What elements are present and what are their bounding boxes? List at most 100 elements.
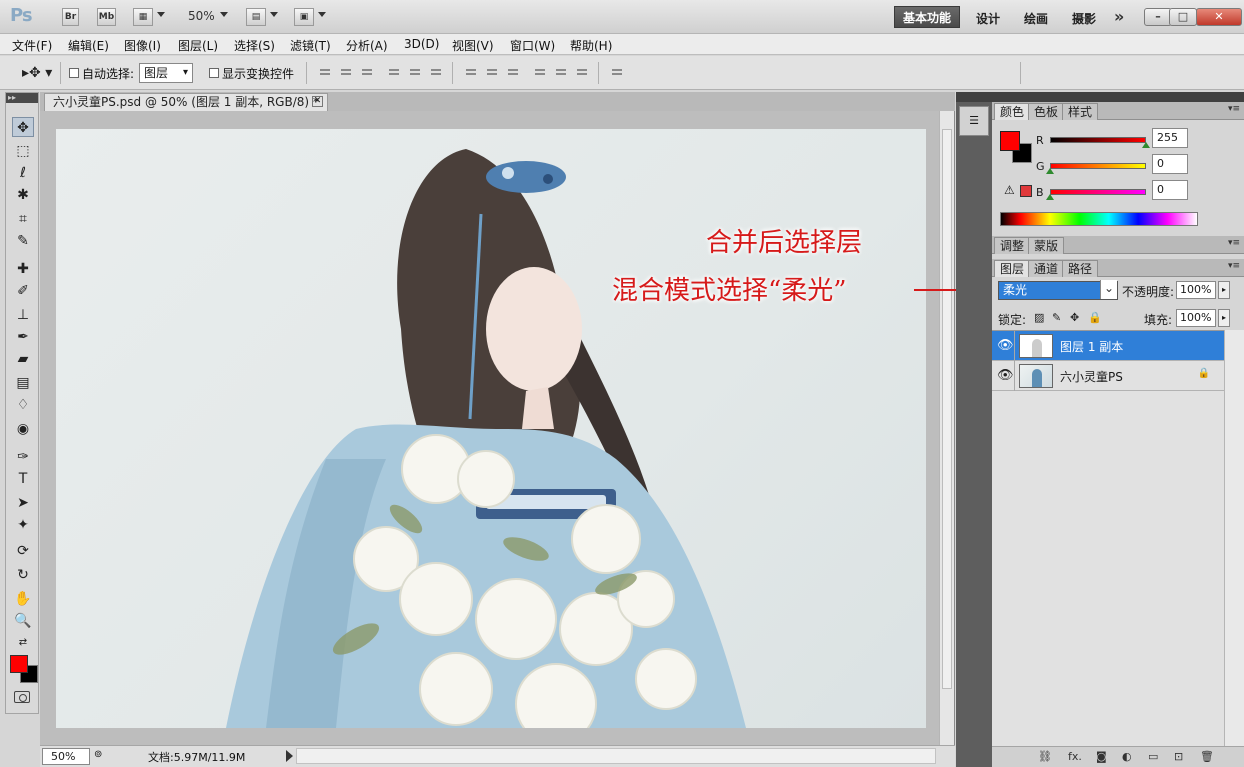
menu-3d[interactable]: 3D(D) <box>404 37 439 51</box>
menu-view[interactable]: 视图(V) <box>452 37 494 54</box>
screen-mode-icon[interactable]: ▣ <box>294 8 314 26</box>
channel-b-slider[interactable] <box>1050 189 1146 195</box>
menu-image[interactable]: 图像(I) <box>124 37 161 54</box>
blend-mode-dropdown[interactable]: 柔光 <box>998 280 1118 300</box>
panel-menu-icon[interactable]: ▾≡ <box>1228 104 1240 114</box>
document-image[interactable] <box>56 129 926 728</box>
arrange-documents-icon[interactable]: ▤ <box>246 8 266 26</box>
layer-style-fx-icon[interactable]: fx. <box>1068 750 1082 763</box>
channel-b-value[interactable]: 0 <box>1152 180 1188 200</box>
tab-layers[interactable]: 图层 <box>994 260 1031 277</box>
distribute-left-icon[interactable] <box>533 66 547 80</box>
menu-layer[interactable]: 图层(L) <box>178 37 218 54</box>
workspace-essentials[interactable]: 基本功能 <box>894 6 960 28</box>
lock-all-icon[interactable]: 🔒 <box>1088 311 1102 324</box>
menu-select[interactable]: 选择(S) <box>234 37 275 54</box>
chevron-down-icon[interactable] <box>318 12 326 17</box>
zoom-level[interactable]: 50% <box>188 9 215 23</box>
fill-input[interactable]: 100% <box>1176 309 1216 327</box>
align-right-icon[interactable] <box>429 66 443 80</box>
gradient-tool-icon[interactable]: ▤ <box>12 373 34 393</box>
align-bottom-icon[interactable] <box>360 66 374 80</box>
brush-tool-icon[interactable]: ✐ <box>12 281 34 301</box>
new-layer-icon[interactable]: ⊡ <box>1174 750 1183 763</box>
add-mask-icon[interactable]: ◙ <box>1096 750 1107 763</box>
lock-pixels-icon[interactable]: ✎ <box>1052 311 1061 324</box>
minimize-button[interactable]: – <box>1144 8 1172 26</box>
zoom-tool-icon[interactable]: 🔍 <box>12 611 34 631</box>
dodge-tool-icon[interactable]: ◉ <box>12 419 34 439</box>
menu-window[interactable]: 窗口(W) <box>510 37 555 54</box>
distribute-vertical-center-icon[interactable] <box>485 66 499 80</box>
menu-filter[interactable]: 滤镜(T) <box>290 37 331 54</box>
color-spectrum-bar[interactable] <box>1000 212 1198 226</box>
status-options-icon[interactable]: ⊚ <box>94 749 102 760</box>
tab-adjustments[interactable]: 调整 <box>994 237 1031 254</box>
channel-r-slider[interactable] <box>1050 137 1146 143</box>
menu-analysis[interactable]: 分析(A) <box>346 37 388 54</box>
scrollbar-thumb[interactable] <box>942 129 952 689</box>
spot-healing-tool-icon[interactable]: ✚ <box>12 259 34 279</box>
type-tool-icon[interactable]: T <box>12 469 34 489</box>
show-transform-checkbox[interactable] <box>209 68 219 78</box>
vertical-scrollbar[interactable] <box>939 111 954 745</box>
eye-icon[interactable]: 👁 <box>997 368 1014 383</box>
lasso-tool-icon[interactable]: ℓ <box>12 163 34 183</box>
fill-slider-arrow-icon[interactable]: ▸ <box>1218 309 1230 327</box>
tab-swatches[interactable]: 色板 <box>1028 103 1065 120</box>
chevron-down-icon[interactable] <box>157 12 165 17</box>
horizontal-scrollbar[interactable] <box>296 748 936 764</box>
collapse-arrows-icon[interactable]: ▸▸ <box>6 93 38 103</box>
panel-menu-icon[interactable]: ▾≡ <box>1228 261 1240 271</box>
eraser-tool-icon[interactable]: ▰ <box>12 349 34 369</box>
distribute-horizontal-center-icon[interactable] <box>554 66 568 80</box>
zoom-input[interactable]: 50% <box>42 748 90 765</box>
crop-tool-icon[interactable]: ⌗ <box>12 209 34 229</box>
channel-r-knob[interactable] <box>1142 142 1150 148</box>
gamut-warning-icon[interactable]: ⚠ <box>1004 183 1015 197</box>
new-group-icon[interactable]: ▭ <box>1148 750 1158 763</box>
lock-transparency-icon[interactable]: ▨ <box>1034 311 1044 324</box>
auto-align-layers-icon[interactable] <box>610 66 624 80</box>
tab-paths[interactable]: 路径 <box>1062 260 1099 277</box>
gamut-color-swatch[interactable] <box>1020 185 1032 197</box>
close-icon[interactable]: ✕ <box>312 96 323 107</box>
link-layers-icon[interactable]: ⛓ <box>1038 750 1052 763</box>
quick-mask-icon[interactable] <box>14 691 30 703</box>
adjustment-layer-icon[interactable]: ◐ <box>1122 750 1132 763</box>
layers-scrollbar[interactable] <box>1224 330 1244 746</box>
layer-row[interactable]: 👁 六小灵童PS 🔒 <box>992 361 1224 391</box>
status-menu-arrow-icon[interactable] <box>286 750 293 762</box>
tab-channels[interactable]: 通道 <box>1028 260 1065 277</box>
channel-r-value[interactable]: 255 <box>1152 128 1188 148</box>
3d-rotate-tool-icon[interactable]: ⟳ <box>12 541 34 561</box>
tab-masks[interactable]: 蒙版 <box>1028 237 1065 254</box>
workspace-design[interactable]: 设计 <box>976 10 1000 27</box>
pen-tool-icon[interactable]: ✑ <box>12 447 34 467</box>
auto-select-checkbox[interactable] <box>69 68 79 78</box>
opacity-input[interactable]: 100% <box>1176 281 1216 299</box>
history-panel-icon[interactable]: ☰ <box>959 106 989 136</box>
path-selection-tool-icon[interactable]: ➤ <box>12 493 34 513</box>
distribute-right-icon[interactable] <box>575 66 589 80</box>
blur-tool-icon[interactable]: ♢ <box>12 395 34 415</box>
more-workspaces-icon[interactable]: » <box>1114 7 1124 26</box>
custom-shape-tool-icon[interactable]: ✦ <box>12 515 34 535</box>
panel-foreground-swatch[interactable] <box>1000 131 1020 151</box>
delete-layer-icon[interactable]: 🗑 <box>1200 750 1214 763</box>
tab-color[interactable]: 颜色 <box>994 103 1031 120</box>
eye-icon[interactable]: 👁 <box>997 338 1014 353</box>
bridge-button[interactable]: Br <box>62 8 79 26</box>
move-tool-icon[interactable]: ✥ <box>12 117 34 137</box>
history-brush-tool-icon[interactable]: ✒ <box>12 327 34 347</box>
distribute-top-icon[interactable] <box>464 66 478 80</box>
align-vertical-center-icon[interactable] <box>339 66 353 80</box>
workspace-painting[interactable]: 绘画 <box>1024 10 1048 27</box>
quick-selection-tool-icon[interactable]: ✱ <box>12 185 34 205</box>
channel-g-slider[interactable] <box>1050 163 1146 169</box>
maximize-button[interactable]: □ <box>1169 8 1197 26</box>
expand-dock-icon[interactable] <box>956 92 992 102</box>
menu-edit[interactable]: 编辑(E) <box>68 37 109 54</box>
minibridge-button[interactable]: Mb <box>97 8 116 26</box>
auto-select-target-dropdown[interactable]: 图层 <box>139 63 193 83</box>
